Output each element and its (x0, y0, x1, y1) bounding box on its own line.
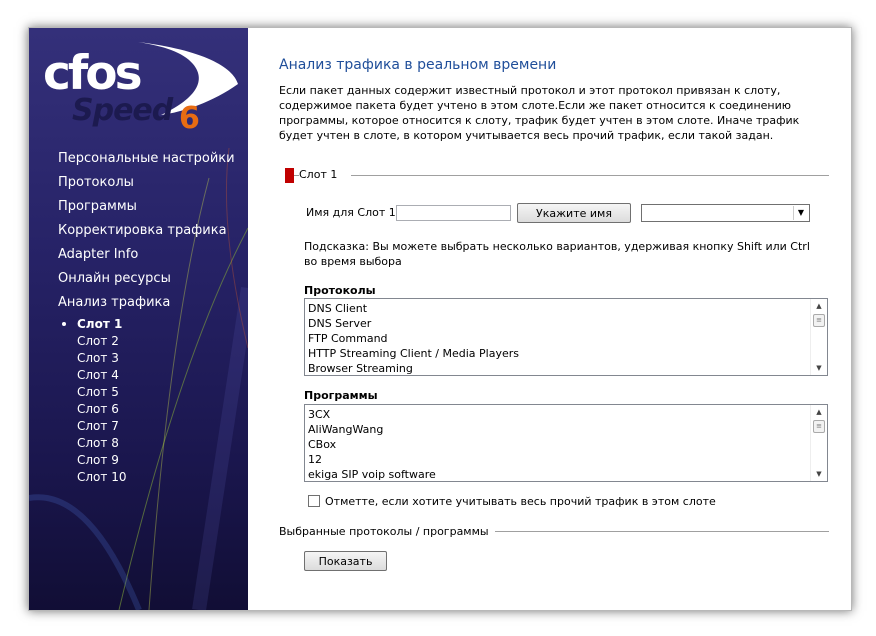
sidebar-item-protocols[interactable]: Протоколы (58, 175, 235, 199)
app-window: cfos Speed 6 Персональные настройки Прот… (28, 27, 852, 611)
main-content: Анализ трафика в реальном времени Если п… (279, 28, 839, 610)
protocols-label: Протоколы (304, 284, 376, 297)
programs-label: Программы (304, 389, 378, 402)
scroll-thumb[interactable]: ≡ (813, 314, 825, 327)
slot-legend: Слот 1 (294, 168, 337, 181)
sidebar-item-slot-9[interactable]: Слот 9 (77, 453, 126, 470)
sidebar-item-slot-5[interactable]: Слот 5 (77, 385, 126, 402)
scroll-up-arrow-icon[interactable]: ▲ (811, 299, 827, 313)
other-traffic-label: Отметте, если хотите учитывать весь проч… (325, 495, 716, 508)
sidebar-item-adapter-info[interactable]: Adapter Info (58, 247, 235, 271)
page-title: Анализ трафика в реальном времени (279, 57, 557, 73)
other-traffic-checkbox[interactable] (308, 495, 320, 507)
sidebar-item-slot-8[interactable]: Слот 8 (77, 436, 126, 453)
list-item[interactable]: CBox (308, 437, 436, 452)
sidebar-item-slot-7[interactable]: Слот 7 (77, 419, 126, 436)
scroll-down-arrow-icon[interactable]: ▼ (811, 467, 827, 481)
list-item[interactable]: 3CX (308, 407, 436, 422)
sidebar-item-slot-4[interactable]: Слот 4 (77, 368, 126, 385)
list-item[interactable]: DNS Server (308, 316, 519, 331)
set-name-button[interactable]: Укажите имя (517, 203, 631, 223)
other-traffic-row: Отметте, если хотите учитывать весь проч… (308, 495, 716, 508)
protocols-listbox[interactable]: DNS Client DNS Server FTP Command HTTP S… (304, 298, 828, 376)
protocols-scrollbar[interactable]: ▲ ≡ ▼ (810, 299, 827, 375)
sidebar-item-slot-1[interactable]: Слот 1 (61, 317, 126, 334)
list-item[interactable]: Browser Streaming (308, 361, 519, 375)
slot-name-input[interactable] (396, 205, 511, 221)
sidebar-item-slot-10[interactable]: Слот 10 (77, 470, 126, 487)
chevron-down-icon[interactable]: ▼ (793, 206, 808, 220)
sidebar-nav: Персональные настройки Протоколы Програм… (58, 151, 235, 484)
list-item[interactable]: 12 (308, 452, 436, 467)
selected-items-label: Выбранные протоколы / программы (279, 525, 489, 538)
list-item[interactable]: FTP Command (308, 331, 519, 346)
sidebar-item-traffic-analysis[interactable]: Анализ трафика (58, 295, 235, 319)
list-item[interactable]: HTTP Streaming Client / Media Players (308, 346, 519, 361)
programs-listbox[interactable]: 3CX AliWangWang CBox 12 ekiga SIP voip s… (304, 404, 828, 482)
sidebar-item-online-resources[interactable]: Онлайн ресурсы (58, 271, 235, 295)
sidebar-item-slot-3[interactable]: Слот 3 (77, 351, 126, 368)
sidebar-item-slot-2[interactable]: Слот 2 (77, 334, 126, 351)
show-button[interactable]: Показать (304, 551, 387, 571)
sidebar-item-programs[interactable]: Программы (58, 199, 235, 223)
slot-subnav: Слот 1 Слот 2 Слот 3 Слот 4 Слот 5 Слот … (61, 317, 126, 487)
page-description: Если пакет данных содержит известный про… (279, 84, 800, 142)
sidebar: cfos Speed 6 Персональные настройки Прот… (29, 28, 248, 610)
selection-hint: Подсказка: Вы можете выбрать несколько в… (304, 240, 810, 268)
sidebar-item-traffic-shaping[interactable]: Корректировка трафика (58, 223, 235, 247)
list-item[interactable]: AliWangWang (308, 422, 436, 437)
programs-list: 3CX AliWangWang CBox 12 ekiga SIP voip s… (308, 407, 436, 481)
list-item[interactable]: ekiga SIP voip software (308, 467, 436, 481)
slot-color-marker (285, 168, 294, 183)
cfos-speed-logo: cfos Speed 6 (43, 42, 238, 132)
list-item[interactable]: DNS Client (308, 301, 519, 316)
protocols-list: DNS Client DNS Server FTP Command HTTP S… (308, 301, 519, 375)
scroll-up-arrow-icon[interactable]: ▲ (811, 405, 827, 419)
svg-text:Speed: Speed (72, 93, 174, 128)
svg-text:6: 6 (179, 101, 200, 132)
sidebar-item-slot-6[interactable]: Слот 6 (77, 402, 126, 419)
selected-items-divider (495, 531, 829, 532)
scroll-thumb[interactable]: ≡ (813, 420, 825, 433)
sidebar-item-personal-settings[interactable]: Персональные настройки (58, 151, 235, 175)
slot-legend-text: Слот 1 (299, 168, 338, 181)
slot-name-select[interactable]: ▼ (641, 204, 810, 222)
scroll-down-arrow-icon[interactable]: ▼ (811, 361, 827, 375)
slot-name-label: Имя для Слот 1 (306, 206, 396, 219)
slot-divider (351, 175, 829, 176)
programs-scrollbar[interactable]: ▲ ≡ ▼ (810, 405, 827, 481)
